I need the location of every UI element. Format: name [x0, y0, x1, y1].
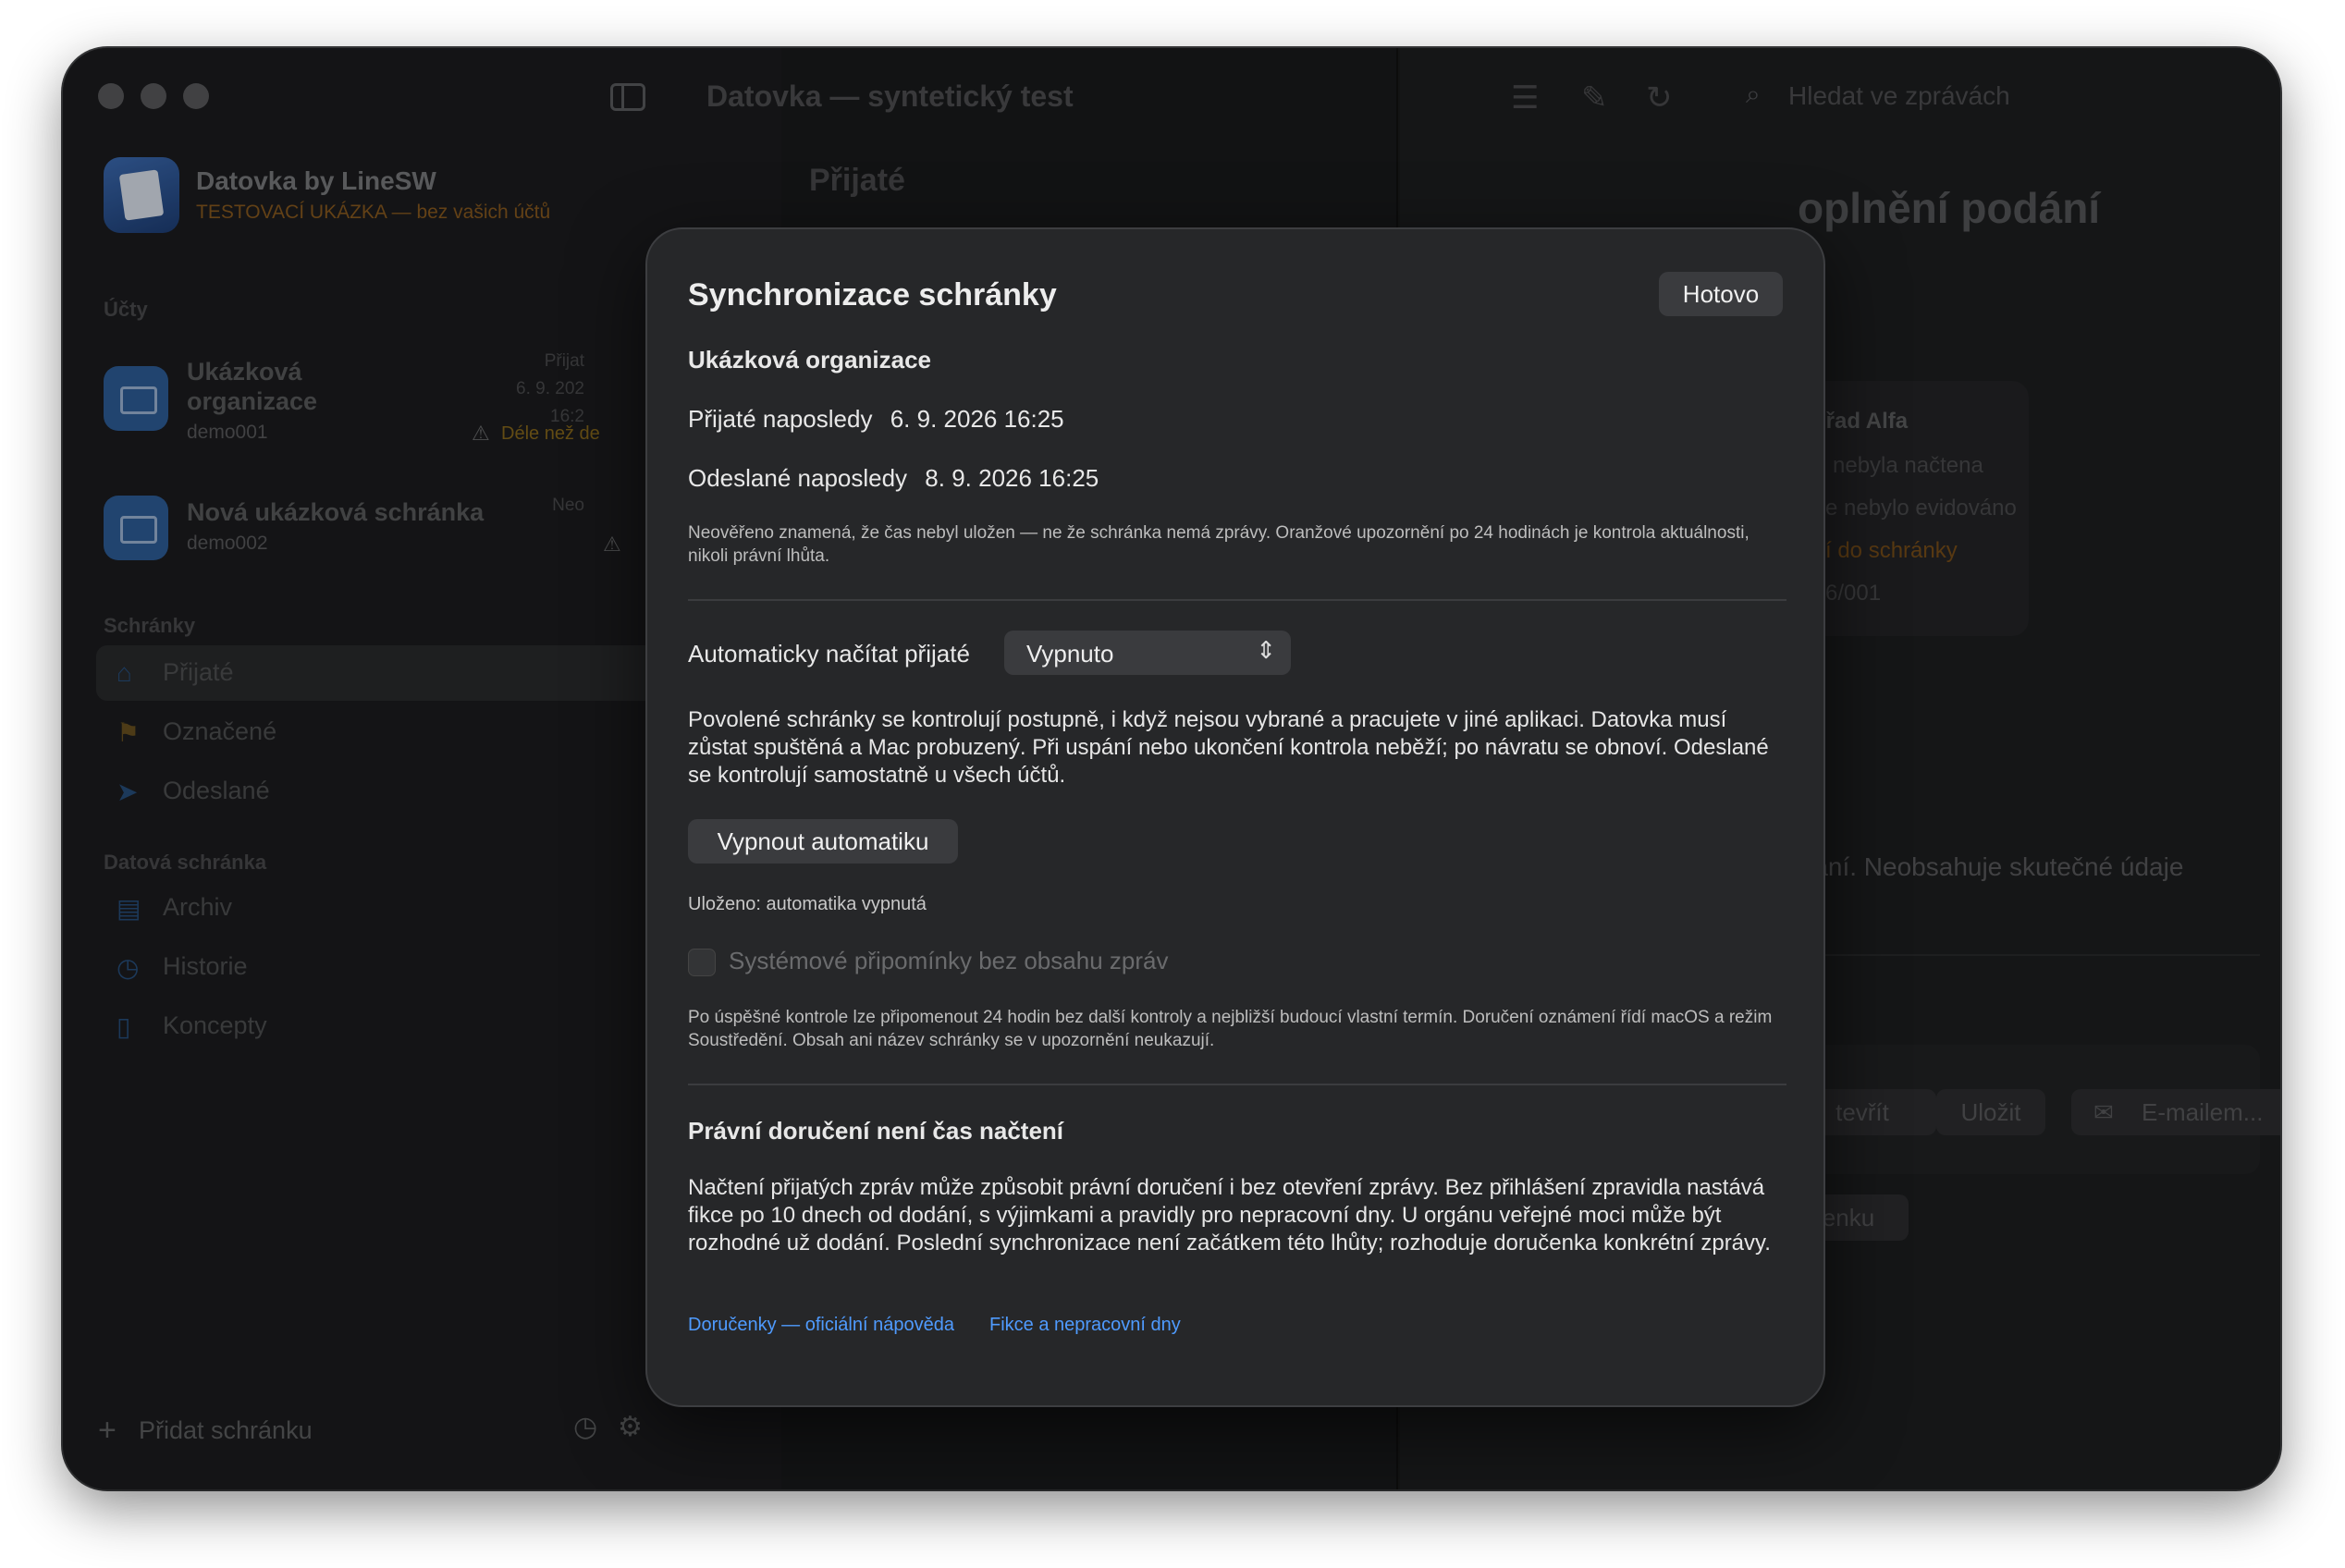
dialog-title: Synchronizace schránky: [688, 277, 1057, 312]
organization-name: Ukázková organizace: [688, 346, 932, 374]
app-window: Datovka by LineSW TESTOVACÍ UKÁZKA — bez…: [63, 48, 2280, 1489]
auto-load-value: Vypnuto: [1026, 640, 1114, 668]
auto-load-select[interactable]: Vypnuto ⇕: [1004, 631, 1291, 675]
last-sent-value: 8. 9. 2026 16:25: [925, 464, 1099, 492]
last-sent-row: Odeslané naposledy 8. 9. 2026 16:25: [688, 464, 1099, 493]
reminders-description: Po úspěšné kontrole lze připomenout 24 h…: [688, 1008, 1773, 1050]
auto-load-description: Povolené schránky se kontrolují postupně…: [688, 707, 1769, 788]
legal-description: Načtení přijatých zpráv může způsobit pr…: [688, 1175, 1771, 1256]
last-received-row: Přijaté naposledy 6. 9. 2026 16:25: [688, 405, 1064, 434]
last-received-value: 6. 9. 2026 16:25: [890, 405, 1064, 433]
disable-automation-button[interactable]: Vypnout automatiku: [688, 819, 958, 864]
sync-dialog: Synchronizace schránky Hotovo Ukázková o…: [645, 227, 1825, 1407]
auto-load-label: Automaticky načítat přijaté: [688, 640, 970, 668]
divider: [688, 599, 1786, 601]
saved-status: Uloženo: automatika vypnutá: [688, 894, 927, 914]
fiction-help-link[interactable]: Fikce a nepracovní dny: [989, 1315, 1181, 1336]
reminders-checkbox[interactable]: [688, 949, 716, 976]
receipts-help-link[interactable]: Doručenky — oficiální nápověda: [688, 1315, 954, 1336]
last-sent-label: Odeslané naposledy: [688, 464, 908, 492]
unverified-note: Neověřeno znamená, že čas nebyl uložen —…: [688, 523, 1750, 566]
done-button[interactable]: Hotovo: [1659, 272, 1783, 316]
chevron-up-down-icon: ⇕: [1256, 636, 1276, 664]
reminders-label: Systémové připomínky bez obsahu zpráv: [729, 947, 1169, 974]
last-received-label: Přijaté naposledy: [688, 405, 873, 433]
legal-heading: Právní doručení není čas načtení: [688, 1117, 1064, 1145]
divider: [688, 1084, 1786, 1085]
